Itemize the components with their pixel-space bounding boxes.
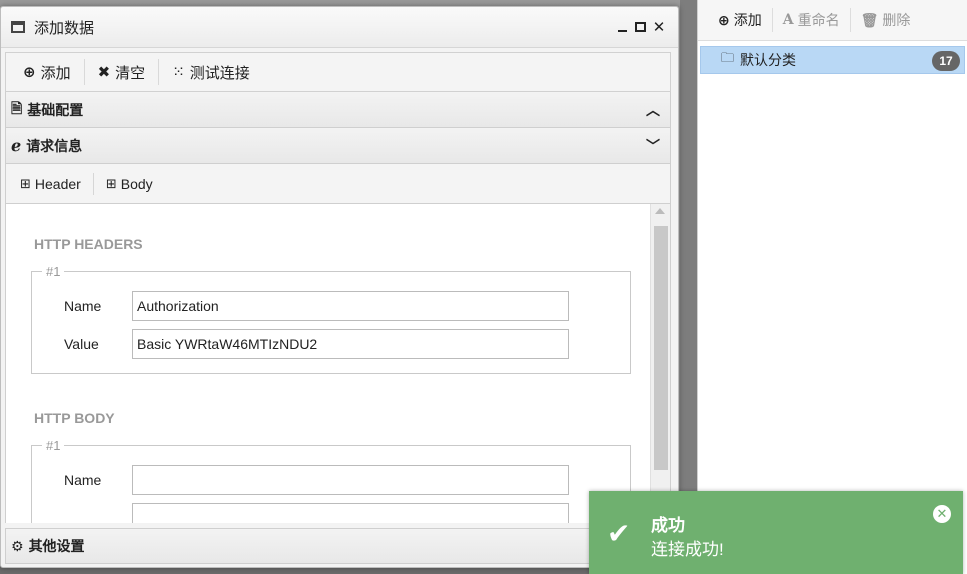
close-icon: ✖: [97, 64, 111, 81]
request-tabs: ⊞ Header ⊞ Body: [5, 164, 671, 204]
main-toolbar: ⊕ 添加 ✖ 清空 ⁙ 测试连接: [5, 52, 671, 92]
tab-header-label: Header: [34, 175, 81, 192]
body-value-input[interactable]: [132, 503, 569, 523]
window-icon: [11, 21, 25, 33]
header-name-input[interactable]: [132, 291, 569, 321]
add-data-window: 添加数据 ✕ ⊕ 添加 ✖ 清空 ⁙ 测试连接 🗎 基础配置 ︿ ℯ 请求信息 …: [0, 6, 679, 568]
window-title: 添加数据: [34, 19, 95, 37]
category-toolbar: ⊕ 添加 A 重命名 🗑 删除: [698, 0, 967, 41]
category-list: 🗀 默认分类 17: [698, 41, 967, 79]
clear-button-label: 清空: [115, 64, 146, 82]
font-icon: A: [782, 12, 794, 28]
category-rename-label: 重命名: [797, 12, 840, 28]
header-fieldset-legend: #1: [46, 264, 61, 279]
scroll-up-arrow[interactable]: [655, 208, 665, 214]
body-fieldset-legend: #1: [46, 438, 61, 453]
category-rename-button[interactable]: A 重命名: [773, 8, 851, 32]
close-icon[interactable]: ✕: [650, 18, 668, 36]
globe-e-icon: ℯ: [11, 137, 22, 155]
window-body: ⊕ 添加 ✖ 清空 ⁙ 测试连接 🗎 基础配置 ︿ ℯ 请求信息 ﹀ ⊞ Hea…: [5, 52, 671, 564]
scroll-thumb[interactable]: [654, 226, 668, 470]
section-request-info-label: 请求信息: [26, 137, 83, 154]
section-basic-config-label: 基础配置: [27, 101, 84, 118]
plus-circle-icon: ⊕: [23, 64, 36, 81]
add-button-label: 添加: [40, 64, 71, 82]
tab-body[interactable]: ⊞ Body: [94, 173, 165, 195]
toast-title: 成功: [651, 516, 685, 535]
tab-body-label: Body: [120, 175, 153, 192]
plus-square-icon: ⊞: [20, 175, 31, 191]
category-delete-button[interactable]: 🗑 删除: [851, 8, 921, 32]
category-item-label: 默认分类: [740, 52, 797, 68]
maximize-icon[interactable]: [635, 22, 646, 32]
header-fieldset-1: #1 Name Value: [31, 264, 631, 374]
test-connection-label: 测试连接: [189, 64, 250, 82]
header-value-input[interactable]: [132, 329, 569, 359]
window-controls: ✕: [614, 18, 668, 36]
request-scroll-area[interactable]: HTTP HEADERS #1 Name Value HT: [5, 204, 671, 523]
add-button[interactable]: ⊕ 添加: [10, 59, 85, 85]
http-headers-title: HTTP HEADERS: [34, 236, 143, 252]
header-name-row: Name: [32, 287, 630, 325]
trash-icon: 🗑: [860, 11, 879, 28]
spinner-icon: ⁙: [172, 64, 185, 81]
toast-close-icon[interactable]: ✕: [933, 505, 951, 523]
body-name-input[interactable]: [132, 465, 569, 495]
category-add-button[interactable]: ⊕ 添加: [708, 8, 773, 32]
background-divider: [680, 0, 697, 574]
minimize-icon[interactable]: [618, 30, 627, 32]
body-name-label: Name: [64, 472, 102, 488]
category-panel: ⊕ 添加 A 重命名 🗑 删除 🗀 默认分类 17: [697, 0, 967, 574]
category-delete-label: 删除: [882, 12, 911, 28]
gears-icon: ⚙: [11, 537, 24, 554]
http-body-title: HTTP BODY: [34, 410, 115, 426]
section-other-settings[interactable]: ⚙ 其他设置: [5, 528, 671, 564]
request-content: HTTP HEADERS #1 Name Value HT: [6, 204, 646, 523]
category-item-default[interactable]: 🗀 默认分类 17: [700, 46, 965, 74]
section-basic-config[interactable]: 🗎 基础配置 ︿: [5, 92, 671, 128]
body-value-row: [32, 499, 630, 523]
body-fieldset-1: #1 Name: [31, 438, 631, 523]
count-badge: 17: [932, 51, 960, 71]
category-add-label: 添加: [733, 12, 762, 28]
chevron-down-icon[interactable]: ﹀: [646, 136, 660, 156]
plus-square-icon: ⊞: [105, 175, 117, 191]
folder-icon: 🗀: [721, 50, 735, 65]
clear-button[interactable]: ✖ 清空: [85, 59, 160, 85]
section-other-settings-label: 其他设置: [28, 538, 85, 554]
window-titlebar[interactable]: 添加数据 ✕: [1, 7, 678, 48]
success-toast: ✔ 成功 连接成功! ✕: [589, 491, 963, 574]
header-value-label: Value: [64, 336, 99, 352]
section-request-info[interactable]: ℯ 请求信息 ﹀: [5, 128, 671, 164]
header-name-label: Name: [64, 298, 102, 314]
tab-header[interactable]: ⊞ Header: [8, 172, 94, 195]
plus-circle-icon: ⊕: [718, 11, 730, 28]
header-value-row: Value: [32, 325, 630, 363]
check-icon: ✔: [607, 518, 631, 549]
test-connection-button[interactable]: ⁙ 测试连接: [159, 59, 263, 85]
body-name-row: Name: [32, 461, 630, 499]
file-icon: 🗎: [11, 99, 23, 116]
toast-message: 连接成功!: [651, 540, 724, 559]
vertical-scrollbar[interactable]: [650, 204, 670, 523]
chevron-up-icon[interactable]: ︿: [646, 100, 660, 120]
